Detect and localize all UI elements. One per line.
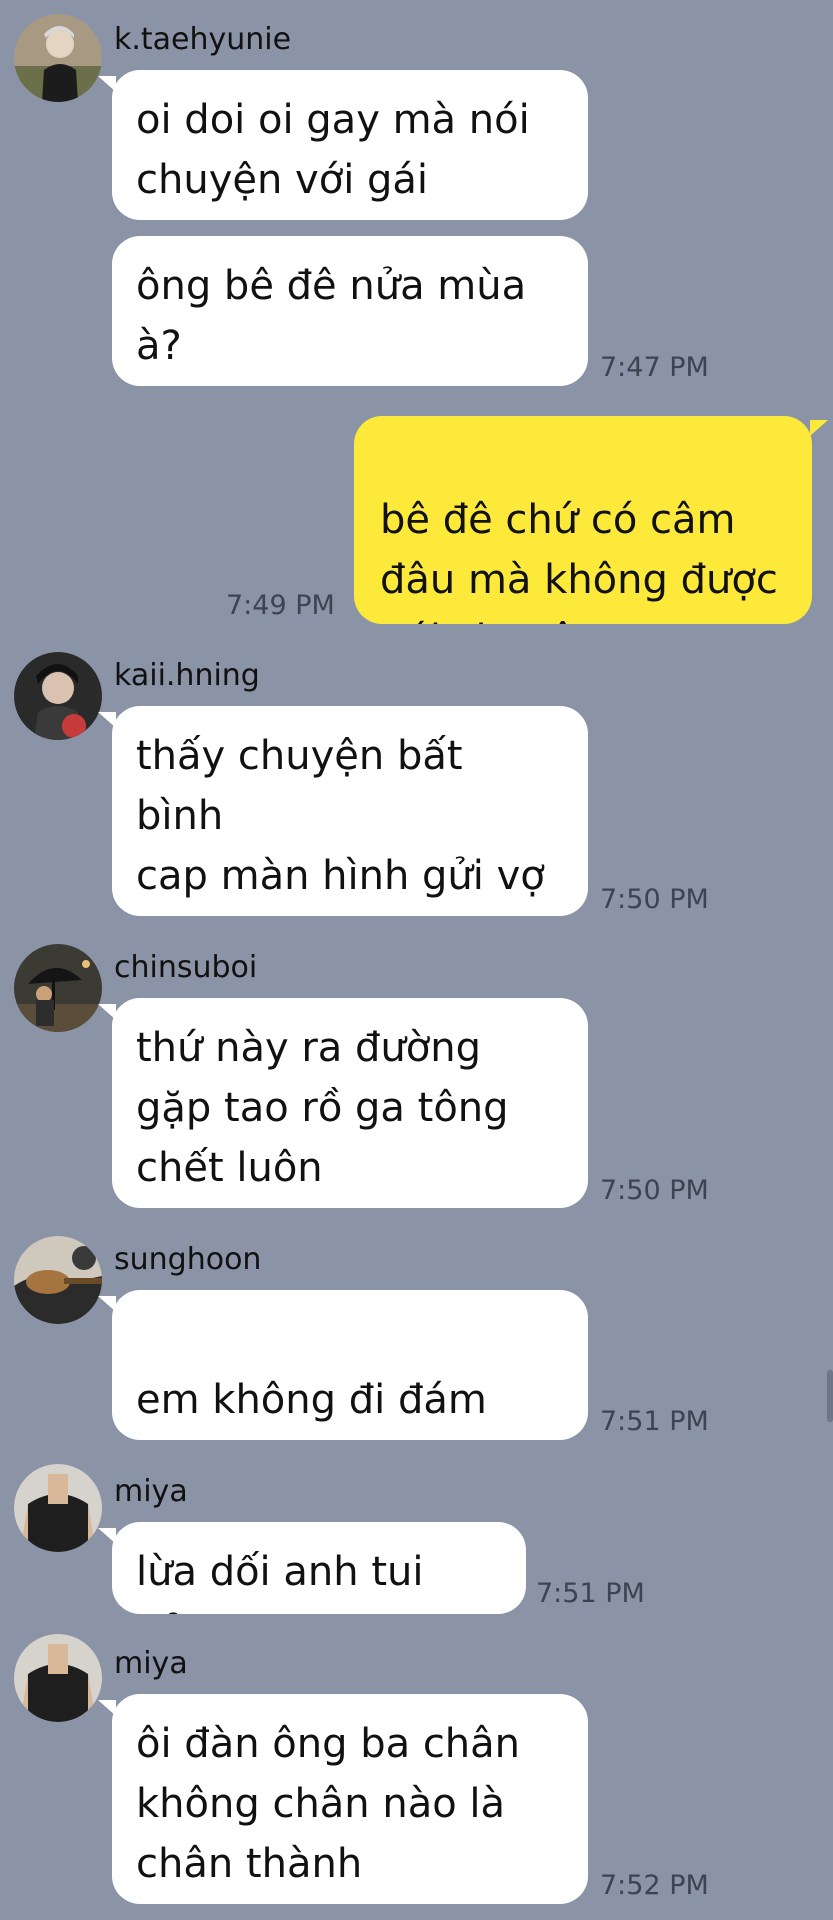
- avatar-miya[interactable]: [14, 1634, 102, 1722]
- scrollbar[interactable]: [827, 1370, 833, 1422]
- message-bubble[interactable]: ông bê đê nửa mùa à?: [112, 236, 588, 386]
- my-message-bubble[interactable]: bê đê chứ có câm đâu mà không được nói c…: [354, 416, 812, 624]
- message-bubble[interactable]: thấy chuyện bất bình cap màn hình gửi vợ…: [112, 706, 588, 916]
- sender-name: miya: [114, 1474, 188, 1509]
- avatar-kaii-hning[interactable]: [14, 652, 102, 740]
- message-bubble[interactable]: em không đi đám đâu nhé: [112, 1290, 588, 1440]
- timestamp: 7:49 PM: [226, 590, 335, 621]
- bubble-tail: [810, 420, 828, 436]
- timestamp: 7:52 PM: [600, 1870, 709, 1901]
- message-text: bê đê chứ có câm đâu mà không được nói c…: [380, 497, 778, 624]
- avatar-sunghoon[interactable]: [14, 1236, 102, 1324]
- message-bubble[interactable]: oi doi oi gay mà nói chuyện với gái: [112, 70, 588, 220]
- sender-name: miya: [114, 1646, 188, 1681]
- timestamp: 7:50 PM: [600, 1175, 709, 1206]
- profile-photo-icon: [14, 652, 102, 740]
- timestamp: 7:51 PM: [536, 1578, 645, 1609]
- timestamp: 7:51 PM: [600, 1406, 709, 1437]
- message-bubble[interactable]: thứ này ra đường gặp tao rồ ga tông chết…: [112, 998, 588, 1208]
- chat-transcript: k.taehyunie oi doi oi gay mà nói chuyện …: [0, 0, 833, 1920]
- profile-photo-icon: [14, 944, 102, 1032]
- sender-name: sunghoon: [114, 1242, 262, 1277]
- avatar-k-taehyunie[interactable]: [14, 14, 102, 102]
- profile-photo-icon: [14, 1464, 102, 1552]
- profile-photo-icon: [14, 1634, 102, 1722]
- message-text: em không đi đám đâu nhé: [136, 1377, 487, 1440]
- timestamp: 7:50 PM: [600, 884, 709, 915]
- sender-name: chinsuboi: [114, 950, 258, 985]
- message-bubble[interactable]: ôi đàn ông ba chân không chân nào là châ…: [112, 1694, 588, 1904]
- profile-photo-icon: [14, 1236, 102, 1324]
- sender-name: k.taehyunie: [114, 22, 292, 57]
- avatar-chinsuboi[interactable]: [14, 944, 102, 1032]
- sender-name: kaii.hning: [114, 658, 260, 693]
- message-bubble[interactable]: lừa dối anh tui hả?: [112, 1522, 526, 1614]
- avatar-miya[interactable]: [14, 1464, 102, 1552]
- timestamp: 7:47 PM: [600, 352, 709, 383]
- profile-photo-icon: [14, 14, 102, 102]
